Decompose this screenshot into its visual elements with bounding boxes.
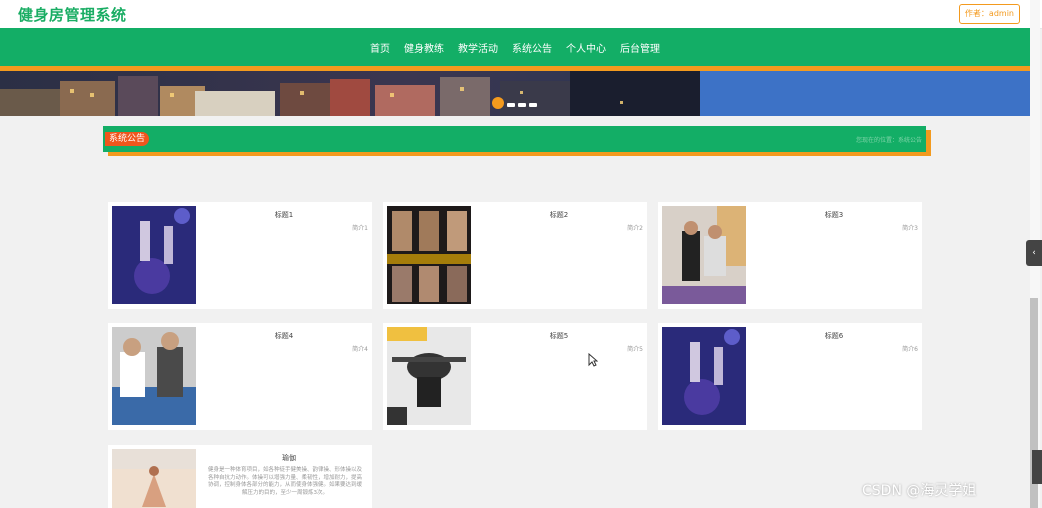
card-title: 瑜伽	[282, 454, 296, 462]
card-title: 标题1	[274, 211, 294, 219]
nav-item-activities[interactable]: 教学活动	[458, 40, 498, 55]
card-title: 标题5	[549, 332, 569, 340]
nav-item-home[interactable]: 首页	[370, 40, 390, 55]
nav-item-coaches[interactable]: 健身教练	[404, 40, 444, 55]
card-title: 标题2	[549, 211, 569, 219]
card-image	[387, 206, 471, 304]
yoga-card[interactable]: 瑜伽 健身是一种体育项目，如各种徒手健美操、韵律操、形体操以及各种自抗力动作。体…	[108, 445, 372, 508]
card-intro: 简介3	[902, 225, 918, 232]
carousel-dot-2[interactable]	[507, 103, 515, 107]
top-header: 健身房管理系统 作者：admin	[0, 0, 1042, 29]
card-title: 标题6	[824, 332, 844, 340]
announcement-card[interactable]: 标题6 简介6	[658, 323, 922, 430]
card-image	[662, 327, 746, 425]
carousel-dot-1[interactable]	[492, 97, 504, 109]
card-intro: 简介6	[902, 346, 918, 353]
announcement-card[interactable]: 标题3 简介3	[658, 202, 922, 309]
nav-item-announcements[interactable]: 系统公告	[512, 40, 552, 55]
watermark: CSDN @海灵学姐	[862, 483, 977, 499]
card-image	[662, 206, 746, 304]
carousel-indicators	[492, 97, 540, 109]
card-intro: 简介5	[627, 346, 643, 353]
announcement-card[interactable]: 标题2 简介2	[383, 202, 647, 309]
banner-carousel[interactable]	[0, 71, 1030, 116]
author-button[interactable]: 作者：admin	[958, 4, 1020, 24]
mouse-cursor-icon	[588, 353, 598, 367]
card-title: 标题3	[824, 211, 844, 219]
carousel-dot-3[interactable]	[518, 103, 526, 107]
banner-image	[0, 71, 1030, 116]
card-image	[112, 327, 196, 425]
card-image	[387, 327, 471, 425]
side-panel-tab[interactable]	[1032, 450, 1042, 484]
section-title: 系统公告	[105, 132, 150, 146]
chevron-left-icon[interactable]: ‹	[1026, 240, 1042, 266]
site-title: 健身房管理系统	[18, 6, 127, 24]
card-intro: 简介2	[627, 225, 643, 232]
nav-item-personal-center[interactable]: 个人中心	[566, 40, 606, 55]
main-nav: 首页 健身教练 教学活动 系统公告 个人中心 后台管理	[0, 28, 1030, 66]
section-header: 系统公告 您现在的位置：系统公告	[103, 126, 926, 152]
breadcrumb: 您现在的位置：系统公告	[855, 137, 922, 144]
card-image	[112, 206, 196, 304]
carousel-dot-4[interactable]	[529, 103, 537, 107]
card-intro: 简介1	[352, 225, 368, 232]
card-intro: 简介4	[352, 346, 368, 353]
card-description: 健身是一种体育项目，如各种徒手健美操、韵律操、形体操以及各种自抗力动作。体操可以…	[207, 467, 362, 496]
nav-item-admin[interactable]: 后台管理	[620, 40, 660, 55]
announcement-card[interactable]: 标题4 简介4	[108, 323, 372, 430]
announcement-card[interactable]: 标题5 简介5	[383, 323, 647, 430]
card-image	[112, 449, 196, 508]
card-title: 标题4	[274, 332, 294, 340]
announcement-card[interactable]: 标题1 简介1	[108, 202, 372, 309]
